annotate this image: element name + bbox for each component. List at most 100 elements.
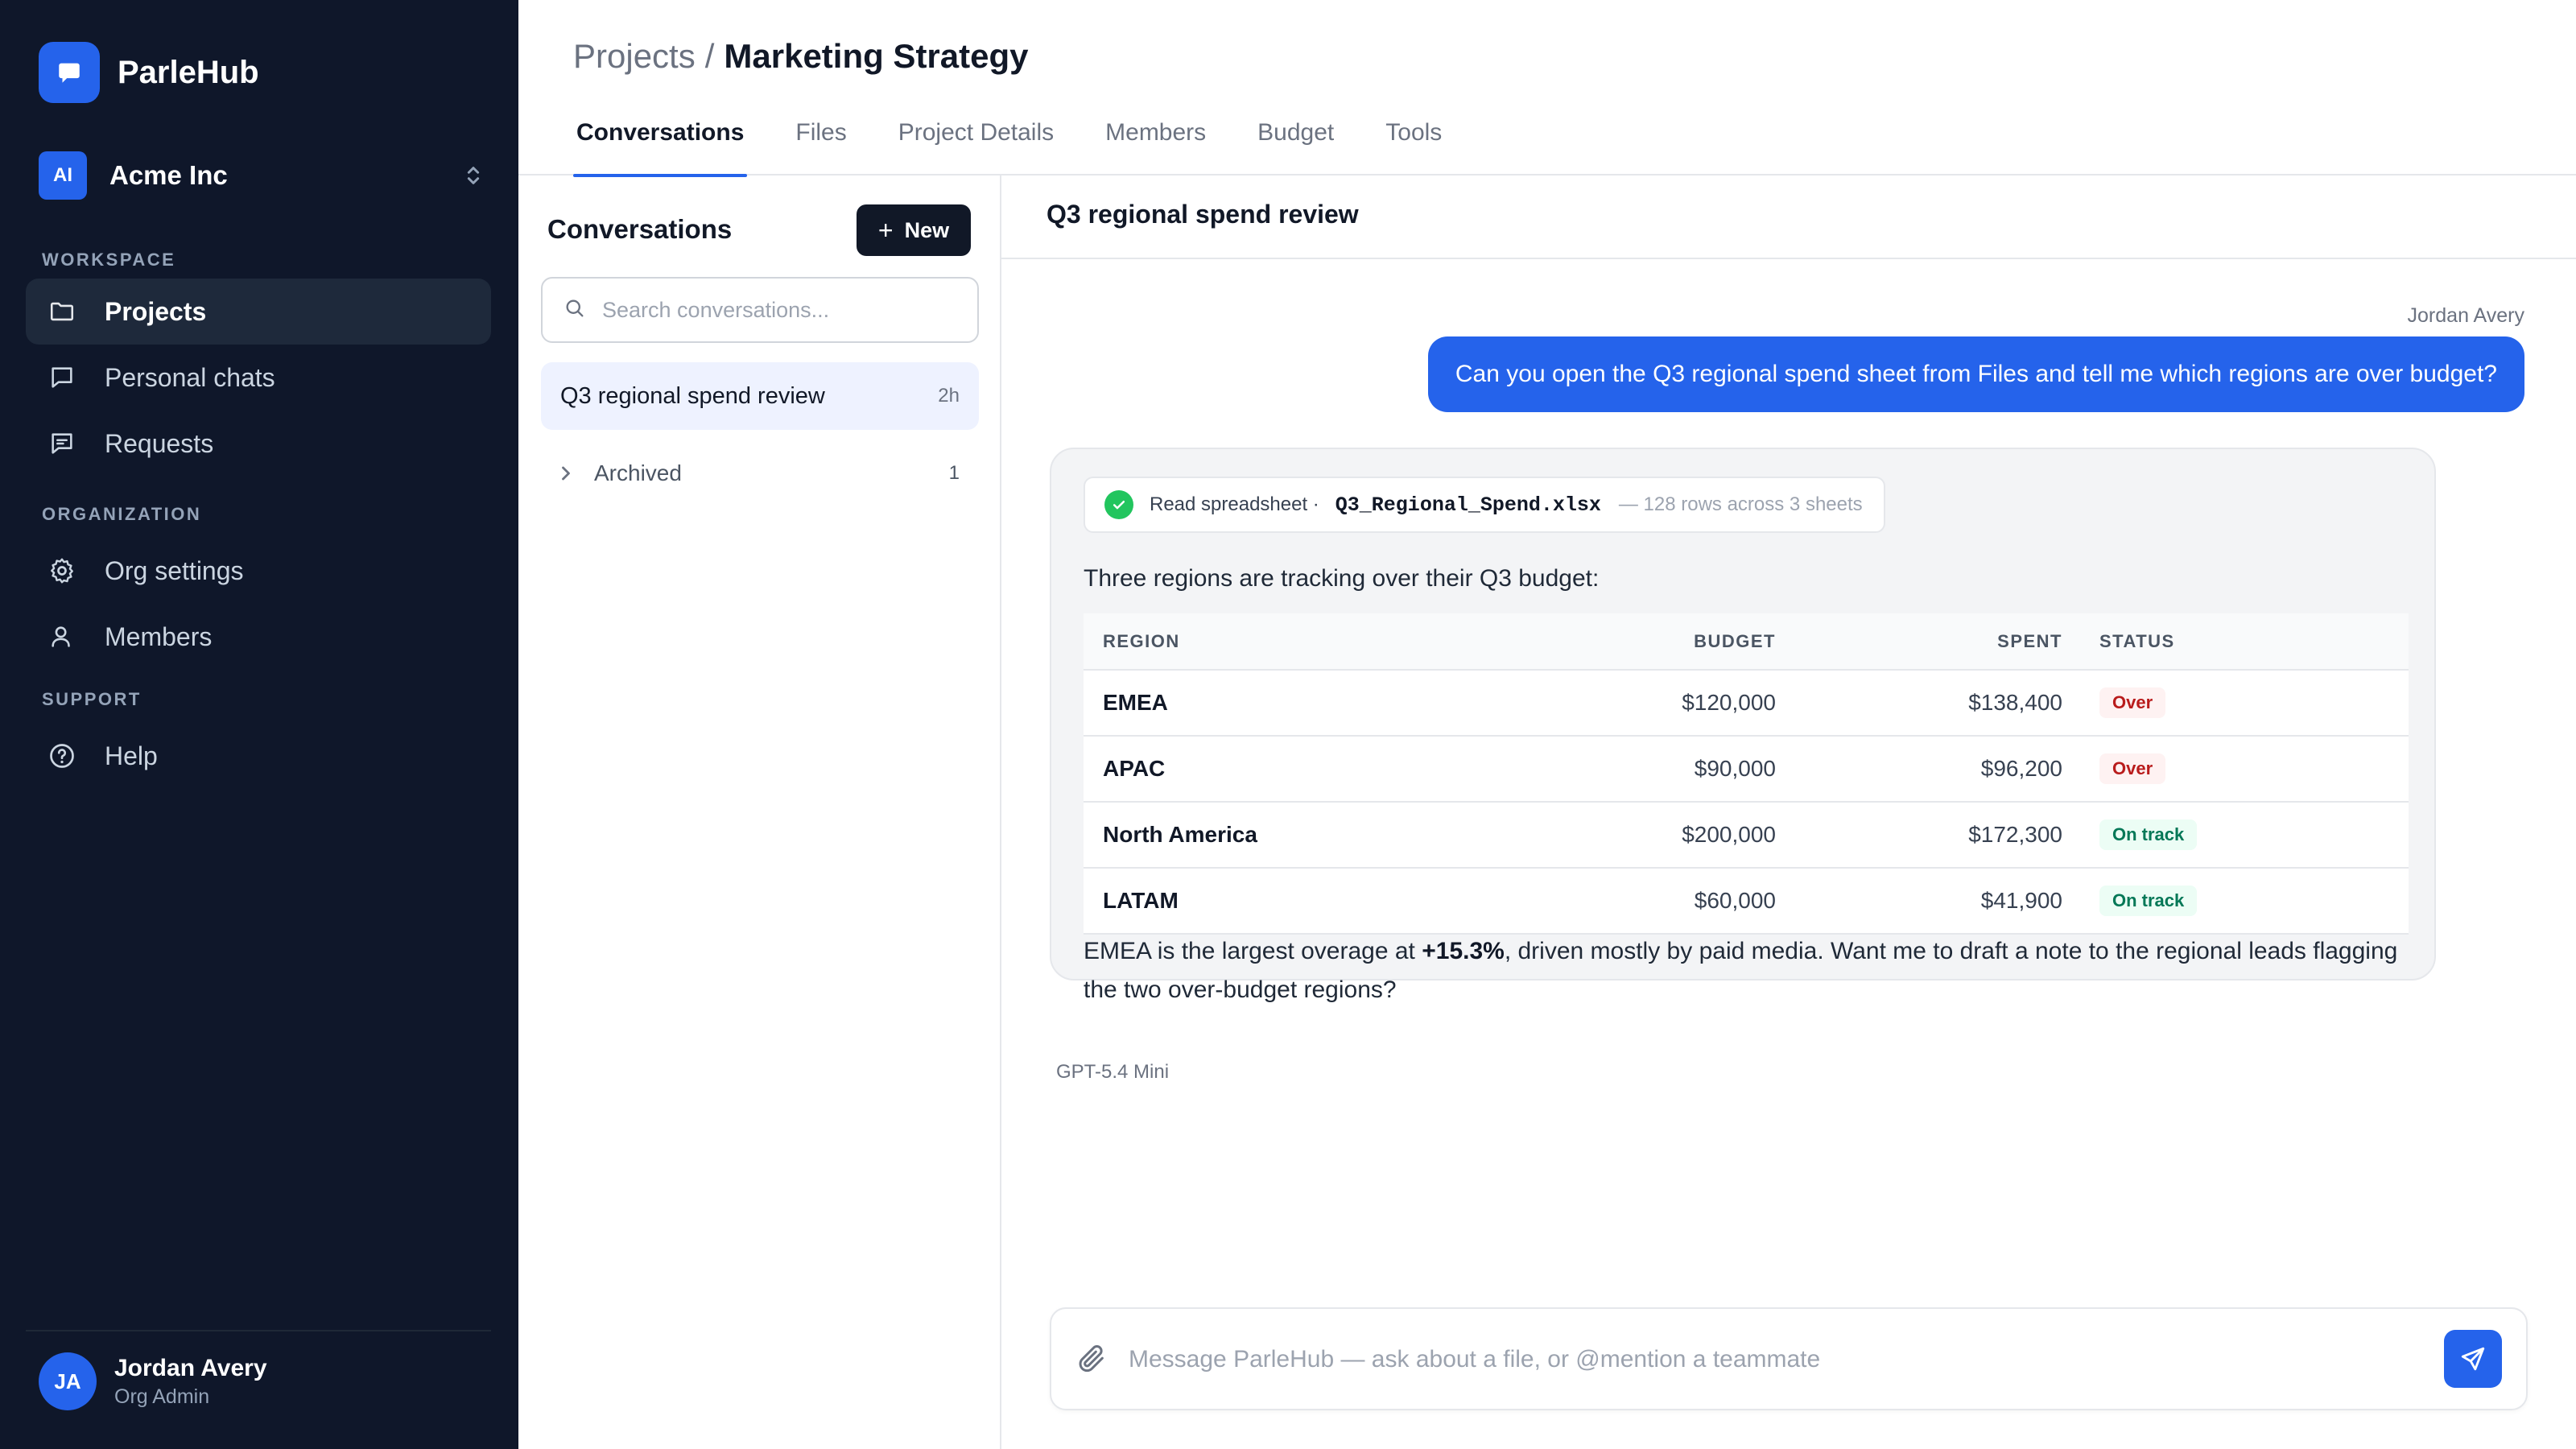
org-switcher[interactable]: AI Acme Inc xyxy=(39,147,489,204)
org-name: Acme Inc xyxy=(109,160,228,190)
chat-panel: Q3 regional spend review Jordan Avery Ca… xyxy=(1001,175,2576,1449)
paperclip-icon[interactable] xyxy=(1075,1341,1108,1381)
page-header: Projects / Marketing Strategy Conversati… xyxy=(518,0,2576,177)
tab-project-details[interactable]: Project Details xyxy=(895,119,1057,175)
assistant-intro: Three regions are tracking over their Q3… xyxy=(1084,565,1600,592)
sidebar: ParleHub AI Acme Inc WORKSPACE Projects … xyxy=(0,0,518,1449)
status-badge: Over xyxy=(2099,687,2166,718)
summary-text: EMEA is the largest overage at xyxy=(1084,938,1422,964)
message-lines-icon xyxy=(45,427,79,460)
tool-call-chip[interactable]: Read spreadsheet · Q3_Regional_Spend.xls… xyxy=(1084,477,1885,533)
help-circle-icon xyxy=(45,739,79,773)
user-profile[interactable]: JA Jordan Avery Org Admin xyxy=(39,1352,267,1410)
table-row: EMEA $120,000 $138,400 Over xyxy=(1084,670,2409,737)
archived-count: 1 xyxy=(948,462,960,484)
spend-table: REGION BUDGET SPENT STATUS EMEA $120,000… xyxy=(1084,613,2409,935)
sidebar-item-label: Org settings xyxy=(105,555,244,585)
breadcrumb: Projects / Marketing Strategy xyxy=(573,37,1029,76)
list-item[interactable]: Q3 regional spend review 2h xyxy=(541,362,979,430)
cell-region: EMEA xyxy=(1084,670,1534,737)
user-message-bubble: Can you open the Q3 regional spend sheet… xyxy=(1427,336,2524,412)
assistant-summary: EMEA is the largest overage at +15.3%, d… xyxy=(1084,932,2412,1009)
section-label-support: SUPPORT xyxy=(42,689,142,709)
sidebar-item-label: Projects xyxy=(105,296,207,326)
conversation-title: Q3 regional spend review xyxy=(560,382,825,409)
gear-icon xyxy=(45,554,79,588)
column-header-budget: BUDGET xyxy=(1534,613,1776,671)
search-icon xyxy=(564,297,586,324)
section-label-workspace: WORKSPACE xyxy=(42,250,176,270)
sidebar-item-projects[interactable]: Projects xyxy=(26,279,491,345)
status-badge: Over xyxy=(2099,753,2166,784)
tab-conversations[interactable]: Conversations xyxy=(573,119,748,177)
new-button-label: New xyxy=(904,217,950,242)
sidebar-divider xyxy=(26,1330,491,1331)
chat-bubble-icon xyxy=(45,361,79,394)
page-title: Marketing Strategy xyxy=(724,37,1029,75)
model-label: GPT-5.4 Mini xyxy=(1056,1061,1170,1083)
tool-call-file: Q3_Regional_Spend.xlsx xyxy=(1335,493,1601,517)
avatar: JA xyxy=(39,1352,97,1410)
cell-region: LATAM xyxy=(1084,868,1534,935)
chat-logo-icon xyxy=(39,42,100,103)
tab-files[interactable]: Files xyxy=(792,119,849,175)
message-input[interactable] xyxy=(1129,1333,2336,1386)
table-row: APAC $90,000 $96,200 Over xyxy=(1084,736,2409,803)
sidebar-item-label: Help xyxy=(105,741,158,770)
folder-icon xyxy=(45,295,79,328)
cell-budget: $60,000 xyxy=(1534,868,1776,935)
tab-members[interactable]: Members xyxy=(1102,119,1209,175)
chevron-up-down-icon xyxy=(457,159,489,192)
user-role: Org Admin xyxy=(114,1385,210,1408)
tool-call-meta: — 128 rows across 3 sheets xyxy=(1618,493,1863,515)
brand[interactable]: ParleHub xyxy=(39,42,259,103)
cell-spent: $172,300 xyxy=(1776,802,2062,869)
sidebar-item-help[interactable]: Help xyxy=(26,723,491,789)
table-row: North America $200,000 $172,300 On track xyxy=(1084,802,2409,869)
status-badge: On track xyxy=(2099,886,2198,916)
send-button[interactable] xyxy=(2444,1330,2502,1388)
plus-icon: + xyxy=(877,215,894,245)
search-box[interactable] xyxy=(541,277,979,343)
summary-highlight: +15.3% xyxy=(1422,938,1505,964)
new-conversation-button[interactable]: + New xyxy=(857,204,971,256)
table-header-row: REGION BUDGET SPENT STATUS xyxy=(1084,613,2409,671)
cell-region: APAC xyxy=(1084,736,1534,803)
table-row: LATAM $60,000 $41,900 On track xyxy=(1084,868,2409,935)
column-header-status: STATUS xyxy=(2062,613,2409,671)
breadcrumb-separator: / xyxy=(704,37,715,75)
tab-tools[interactable]: Tools xyxy=(1382,119,1445,175)
tool-call-label: Read spreadsheet · xyxy=(1150,493,1319,515)
cell-budget: $200,000 xyxy=(1534,802,1776,869)
cell-spent: $96,200 xyxy=(1776,736,2062,803)
search-input[interactable] xyxy=(602,297,956,323)
chevron-right-icon xyxy=(560,464,575,482)
cell-region: North America xyxy=(1084,802,1534,869)
assistant-message: Read spreadsheet · Q3_Regional_Spend.xls… xyxy=(1050,448,2436,1003)
column-header-region: REGION xyxy=(1084,613,1534,671)
sidebar-item-label: Members xyxy=(105,621,213,651)
message-sender: Jordan Avery xyxy=(2407,304,2524,327)
breadcrumb-projects[interactable]: Projects xyxy=(573,37,696,76)
sidebar-item-personal-chats[interactable]: Personal chats xyxy=(26,345,491,411)
sidebar-item-members[interactable]: Members xyxy=(26,604,491,670)
org-avatar: AI xyxy=(39,151,87,200)
app-name: ParleHub xyxy=(118,54,259,90)
column-header-spent: SPENT xyxy=(1776,613,2062,671)
send-icon xyxy=(2461,1347,2485,1371)
conversations-heading: Conversations xyxy=(547,214,733,244)
sidebar-item-requests[interactable]: Requests xyxy=(26,411,491,477)
chat-title: Q3 regional spend review xyxy=(1046,200,1359,229)
archived-toggle[interactable]: Archived 1 xyxy=(541,441,979,506)
chat-header: Q3 regional spend review xyxy=(1001,175,2576,259)
section-label-organization: ORGANIZATION xyxy=(42,504,202,524)
check-circle-icon xyxy=(1104,490,1133,519)
sidebar-item-label: Requests xyxy=(105,428,214,458)
sidebar-item-org-settings[interactable]: Org settings xyxy=(26,538,491,604)
status-badge: On track xyxy=(2099,819,2198,850)
tab-budget[interactable]: Budget xyxy=(1254,119,1337,175)
cell-spent: $41,900 xyxy=(1776,868,2062,935)
cell-spent: $138,400 xyxy=(1776,670,2062,737)
message-composer xyxy=(1050,1307,2528,1410)
conversation-list-panel: Conversations + New Q3 regional spend re… xyxy=(518,175,1001,1449)
